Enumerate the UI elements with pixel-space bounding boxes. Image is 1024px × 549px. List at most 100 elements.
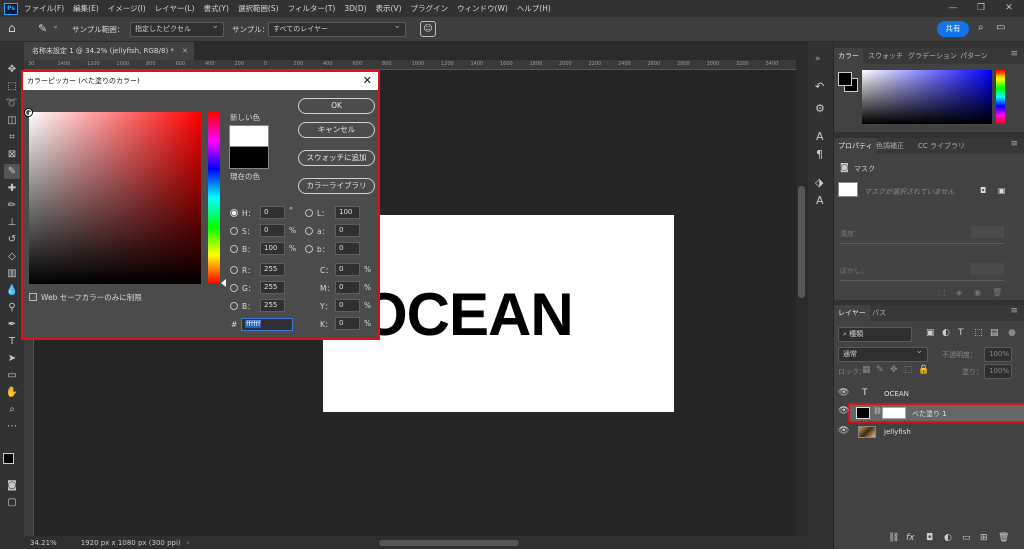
history-panel-icon[interactable]: ↶: [815, 80, 824, 93]
character-panel-icon[interactable]: A: [816, 130, 824, 143]
menu-layer[interactable]: レイヤー(L): [155, 3, 195, 14]
tab-properties[interactable]: プロパティ: [834, 138, 877, 154]
tab-color[interactable]: カラー: [834, 48, 863, 64]
sample-size-select[interactable]: 指定したピクセル: [130, 20, 224, 37]
workspace-icon[interactable]: ▭: [996, 22, 1005, 33]
menu-select[interactable]: 選択範囲(S): [238, 3, 279, 14]
l-radio[interactable]: [305, 209, 313, 219]
home-icon[interactable]: ⌂: [8, 21, 16, 35]
layer-row-ocean[interactable]: 👁 T OCEAN: [834, 386, 1024, 403]
fill-color-thumbnail[interactable]: [856, 407, 870, 419]
blur-tool-icon[interactable]: 💧: [4, 283, 20, 298]
object-selection-tool-icon[interactable]: ◫: [4, 113, 20, 128]
lab-b-input[interactable]: 0: [335, 242, 360, 255]
web-safe-checkbox[interactable]: [29, 293, 37, 301]
tab-gradients[interactable]: グラデーション: [904, 48, 961, 64]
lock-all-icon[interactable]: 🔒: [918, 365, 929, 375]
feather-slider[interactable]: [840, 280, 1004, 281]
layers-menu-icon[interactable]: ≡: [1010, 306, 1018, 316]
new-group-icon[interactable]: ▭: [962, 533, 971, 543]
density-field[interactable]: [970, 226, 1004, 238]
tab-patterns[interactable]: パターン: [956, 48, 992, 64]
feather-field[interactable]: [970, 263, 1004, 275]
disable-mask-icon[interactable]: ◉: [974, 288, 981, 297]
document-info[interactable]: 1920 px x 1080 px (300 ppi): [81, 539, 181, 547]
move-tool-icon[interactable]: ✥: [4, 62, 20, 77]
hue-slider-arrow-icon[interactable]: [221, 279, 226, 287]
filter-toggle-icon[interactable]: ●: [1008, 328, 1016, 338]
sampling-ring-icon[interactable]: ☺: [420, 21, 436, 37]
collapse-icon[interactable]: »: [815, 54, 821, 64]
tab-adjustments[interactable]: 色調補正: [872, 138, 908, 154]
menu-file[interactable]: ファイル(F): [24, 3, 64, 14]
vertical-scrollbar[interactable]: [796, 60, 808, 536]
r-radio[interactable]: [230, 266, 238, 276]
c-input[interactable]: 0: [335, 263, 360, 276]
layer-row-fill-1[interactable]: ⛓ べた塗り 1: [848, 403, 1024, 423]
add-mask-icon[interactable]: ◘: [926, 533, 933, 543]
filter-shape-icon[interactable]: ⬚: [974, 328, 983, 338]
add-vector-mask-icon[interactable]: ▣: [998, 186, 1006, 195]
color-libraries-button[interactable]: カラーライブラリ: [298, 178, 375, 194]
g-radio[interactable]: [230, 284, 238, 294]
document-tab[interactable]: 名称未設定 1 @ 34.2% (jellyfish, RGB/8) * ✕: [24, 42, 194, 60]
hand-tool-icon[interactable]: ✋: [4, 385, 20, 400]
minimize-icon[interactable]: —: [940, 0, 966, 17]
marquee-tool-icon[interactable]: ⬚: [4, 79, 20, 94]
search-icon[interactable]: ⌕: [978, 22, 984, 33]
pen-tool-icon[interactable]: ✒: [4, 317, 20, 332]
cancel-button[interactable]: キャンセル: [298, 122, 375, 138]
eraser-tool-icon[interactable]: ◇: [4, 249, 20, 264]
hex-input[interactable]: ffffff: [241, 318, 293, 331]
menu-plugins[interactable]: プラグイン: [411, 3, 449, 14]
crop-tool-icon[interactable]: ⌗: [4, 130, 20, 145]
tab-swatches[interactable]: スウォッチ: [864, 48, 907, 64]
zoom-tool-icon[interactable]: ⌕: [4, 402, 20, 417]
path-selection-icon[interactable]: ➤: [4, 351, 20, 366]
hue-slider[interactable]: [208, 112, 220, 284]
menu-type[interactable]: 書式(Y): [204, 3, 229, 14]
eyedropper-tool-icon[interactable]: ✎: [38, 22, 47, 35]
type-tool-icon[interactable]: T: [4, 334, 20, 349]
color-panel-menu-icon[interactable]: ≡: [1010, 49, 1018, 59]
menu-image[interactable]: イメージ(I): [108, 3, 146, 14]
visibility-eye-icon[interactable]: 👁: [838, 426, 849, 436]
new-layer-icon[interactable]: ⊞: [980, 533, 988, 543]
opacity-field[interactable]: 100%: [984, 347, 1012, 362]
menu-3d[interactable]: 3D(D): [344, 4, 366, 13]
lock-pixels-icon[interactable]: ✎: [876, 365, 884, 375]
blend-mode-select[interactable]: 通常: [838, 345, 928, 362]
status-arrow-icon[interactable]: ›: [187, 539, 190, 547]
tab-layers[interactable]: レイヤー: [834, 305, 870, 321]
b-radio[interactable]: [230, 245, 238, 255]
apply-mask-icon[interactable]: ◈: [956, 288, 962, 297]
character-styles-icon[interactable]: A: [816, 194, 824, 207]
current-color-swatch[interactable]: [229, 147, 269, 169]
rgb-b-radio[interactable]: [230, 302, 238, 312]
rgb-b-input[interactable]: 255: [260, 299, 285, 312]
lock-position-icon[interactable]: ✥: [890, 365, 898, 375]
more-tools-icon[interactable]: ⋯: [4, 419, 20, 434]
restore-icon[interactable]: ❐: [968, 0, 994, 17]
delete-mask-icon[interactable]: 🗑: [992, 288, 1002, 297]
r-input[interactable]: 255: [260, 263, 285, 276]
tab-cc-libraries[interactable]: CC ライブラリ: [914, 138, 969, 154]
link-layers-icon[interactable]: ⛓: [888, 533, 899, 543]
zoom-level[interactable]: 34.21%: [30, 539, 57, 547]
density-slider[interactable]: [840, 243, 1004, 244]
foreground-color-swatch[interactable]: [3, 453, 14, 464]
history-brush-icon[interactable]: ↺: [4, 232, 20, 247]
vertical-scrollbar-thumb[interactable]: [798, 186, 805, 298]
fx-icon[interactable]: fx: [906, 533, 915, 543]
link-icon[interactable]: ⛓: [873, 407, 882, 415]
brush-tool-icon[interactable]: ✏: [4, 198, 20, 213]
properties-menu-icon[interactable]: ≡: [1010, 139, 1018, 149]
menu-edit[interactable]: 編集(E): [73, 3, 99, 14]
a-radio[interactable]: [305, 227, 313, 237]
healing-brush-icon[interactable]: ✚: [4, 181, 20, 196]
load-selection-icon[interactable]: ⬚: [938, 288, 946, 297]
y-input[interactable]: 0: [335, 299, 360, 312]
l-input[interactable]: 100: [335, 206, 360, 219]
new-adjustment-icon[interactable]: ◐: [944, 533, 952, 543]
frame-tool-icon[interactable]: ⊠: [4, 147, 20, 162]
